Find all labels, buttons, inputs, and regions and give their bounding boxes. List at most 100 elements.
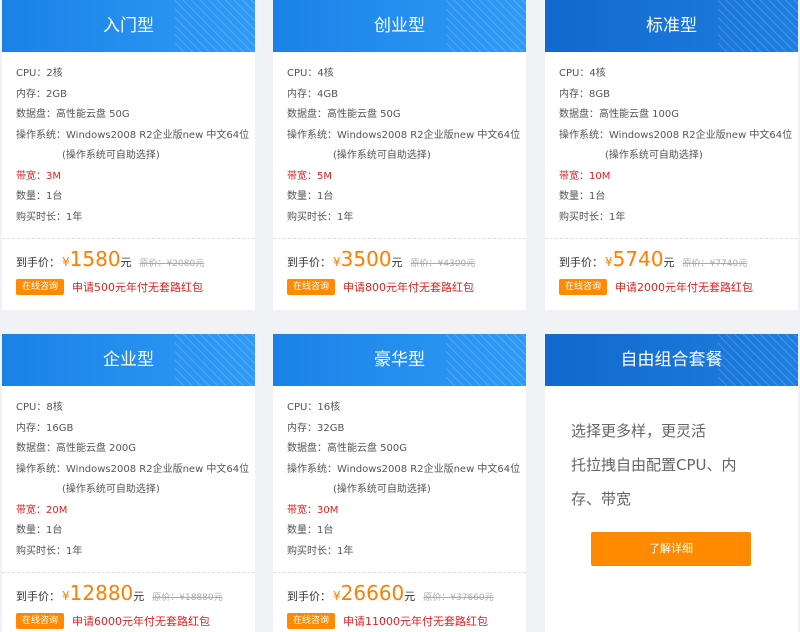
price-row: 到手价： ¥ 1580 元 原价：¥2080元 (2, 239, 255, 277)
spec-quantity: 数量：1台 (16, 521, 241, 542)
promo-link[interactable]: 申请2000元年付无套路红包 (615, 279, 753, 295)
spec-label: 购买时长： (559, 211, 609, 223)
spec-label: 带宽： (287, 504, 317, 516)
spec-value: 4GB (317, 88, 338, 100)
spec-label: 操作系统： (287, 129, 337, 141)
spec-value: 高性能云盘 50G (327, 109, 401, 120)
online-consult-button[interactable]: 在线咨询 (16, 279, 65, 295)
promo-link[interactable]: 申请500元年付无套路红包 (72, 279, 203, 295)
plan-card: 标准型 CPU：4核 内存：8GB 数据盘：高性能云盘 100G 操作系统：Wi… (545, 0, 798, 310)
spec-value: Windows2008 R2企业版new 中文64位 (337, 463, 521, 475)
spec-duration: 购买时长：1年 (287, 208, 512, 229)
spec-os: 操作系统：Windows2008 R2企业版new 中文64位 (16, 460, 249, 481)
original-price: 原价：¥18880元 (152, 590, 222, 603)
spec-cpu: CPU：8核 (16, 398, 241, 419)
spec-value: 高性能云盘 500G (327, 443, 408, 454)
spec-value: Windows2008 R2企业版new 中文64位 (609, 129, 793, 141)
spec-label: 操作系统： (287, 463, 337, 475)
spec-label: 数量： (559, 191, 589, 202)
price-unit: 元 (404, 590, 416, 603)
price-value: 5740 (612, 247, 664, 271)
spec-memory: 内存：4GB (287, 85, 512, 106)
spec-cpu: CPU：2核 (16, 64, 241, 85)
custom-line: 托拉拽自由配置CPU、内 (571, 456, 737, 474)
custom-line: 选择更多样，更灵活 (571, 422, 707, 440)
price-label: 到手价： (16, 590, 60, 603)
plan-card: 豪华型 CPU：16核 内存：32GB 数据盘：高性能云盘 500G 操作系统：… (273, 334, 526, 632)
spec-value: 3M (46, 170, 61, 182)
spec-value: 1年 (337, 211, 354, 223)
spec-quantity: 数量：1台 (559, 187, 784, 208)
spec-quantity: 数量：1台 (287, 521, 512, 542)
spec-value: 16核 (317, 402, 341, 413)
price-row: 到手价： ¥ 12880 元 原价：¥18880元 (2, 573, 255, 611)
spec-value: 4核 (317, 68, 334, 79)
original-price-label: 原价： (139, 259, 167, 269)
spec-label: 带宽： (16, 504, 46, 516)
plan-title: 入门型 (2, 0, 255, 52)
plan-title: 企业型 (2, 334, 255, 386)
original-price-label: 原价： (152, 593, 180, 603)
spec-value: 4核 (589, 68, 606, 79)
promo-row: 在线咨询 申请11000元年付无套路红包 (273, 611, 526, 629)
spec-list: CPU：16核 内存：32GB 数据盘：高性能云盘 500G 操作系统：Wind… (273, 386, 526, 562)
spec-duration: 购买时长：1年 (16, 208, 241, 229)
spec-label: 数据盘： (287, 109, 327, 120)
spec-label: 购买时长： (16, 545, 66, 557)
original-price-value: ¥2080元 (166, 259, 205, 269)
spec-label: CPU： (559, 68, 590, 79)
spec-label: 操作系统： (16, 463, 66, 475)
spec-cpu: CPU：16核 (287, 398, 512, 419)
spec-value: 10M (589, 170, 611, 182)
spec-value: 20M (46, 504, 68, 516)
spec-bandwidth: 带宽：20M (16, 501, 241, 522)
online-consult-button[interactable]: 在线咨询 (559, 279, 608, 295)
spec-list: CPU：4核 内存：8GB 数据盘：高性能云盘 100G 操作系统：Window… (545, 52, 798, 228)
spec-label: 数量： (287, 525, 317, 536)
price-unit: 元 (120, 256, 132, 269)
spec-label: CPU： (16, 402, 47, 413)
spec-os-note: (操作系统可自助选择) (333, 484, 431, 495)
spec-value: 16GB (46, 422, 74, 434)
plan-title: 创业型 (273, 0, 526, 52)
spec-label: 数据盘： (287, 443, 327, 454)
spec-value: 2GB (46, 88, 67, 100)
spec-duration: 购买时长：1年 (559, 208, 784, 229)
spec-label: 内存： (287, 422, 317, 434)
online-consult-button[interactable]: 在线咨询 (287, 613, 336, 629)
spec-label: 购买时长： (287, 211, 337, 223)
spec-bandwidth: 带宽：10M (559, 167, 784, 188)
spec-os: 操作系统：Windows2008 R2企业版new 中文64位 (287, 126, 520, 147)
spec-list: CPU：2核 内存：2GB 数据盘：高性能云盘 50G 操作系统：Windows… (2, 52, 255, 228)
spec-label: 内存： (16, 422, 46, 434)
currency-symbol: ¥ (62, 589, 70, 603)
currency-symbol: ¥ (333, 255, 341, 269)
promo-row: 在线咨询 申请500元年付无套路红包 (2, 277, 255, 295)
spec-memory: 内存：2GB (16, 85, 241, 106)
spec-os-note: (操作系统可自助选择) (62, 150, 160, 161)
spec-quantity: 数量：1台 (16, 187, 241, 208)
spec-label: 内存： (287, 88, 317, 100)
online-consult-button[interactable]: 在线咨询 (16, 613, 65, 629)
spec-value: 1台 (46, 525, 63, 536)
promo-link[interactable]: 申请11000元年付无套路红包 (343, 613, 488, 629)
spec-value: 1年 (66, 545, 83, 557)
spec-memory: 内存：8GB (559, 85, 784, 106)
spec-list: CPU：4核 内存：4GB 数据盘：高性能云盘 50G 操作系统：Windows… (273, 52, 526, 228)
price-label: 到手价： (16, 256, 60, 269)
price-row: 到手价： ¥ 3500 元 原价：¥4300元 (273, 239, 526, 277)
spec-disk: 数据盘：高性能云盘 200G (16, 439, 241, 460)
spec-disk: 数据盘：高性能云盘 100G (559, 105, 784, 126)
promo-row: 在线咨询 申请2000元年付无套路红包 (545, 277, 798, 295)
promo-link[interactable]: 申请800元年付无套路红包 (343, 279, 474, 295)
spec-os-note: (操作系统可自助选择) (333, 150, 431, 161)
spec-os-note: (操作系统可自助选择) (62, 484, 160, 495)
promo-link[interactable]: 申请6000元年付无套路红包 (72, 613, 210, 629)
spec-value: 1台 (589, 191, 606, 202)
spec-os: 操作系统：Windows2008 R2企业版new 中文64位 (559, 126, 792, 147)
spec-label: 内存： (559, 88, 589, 100)
promo-row: 在线咨询 申请800元年付无套路红包 (273, 277, 526, 295)
spec-value: 1台 (317, 525, 334, 536)
learn-more-button[interactable]: 了解详细 (591, 532, 751, 566)
online-consult-button[interactable]: 在线咨询 (287, 279, 336, 295)
